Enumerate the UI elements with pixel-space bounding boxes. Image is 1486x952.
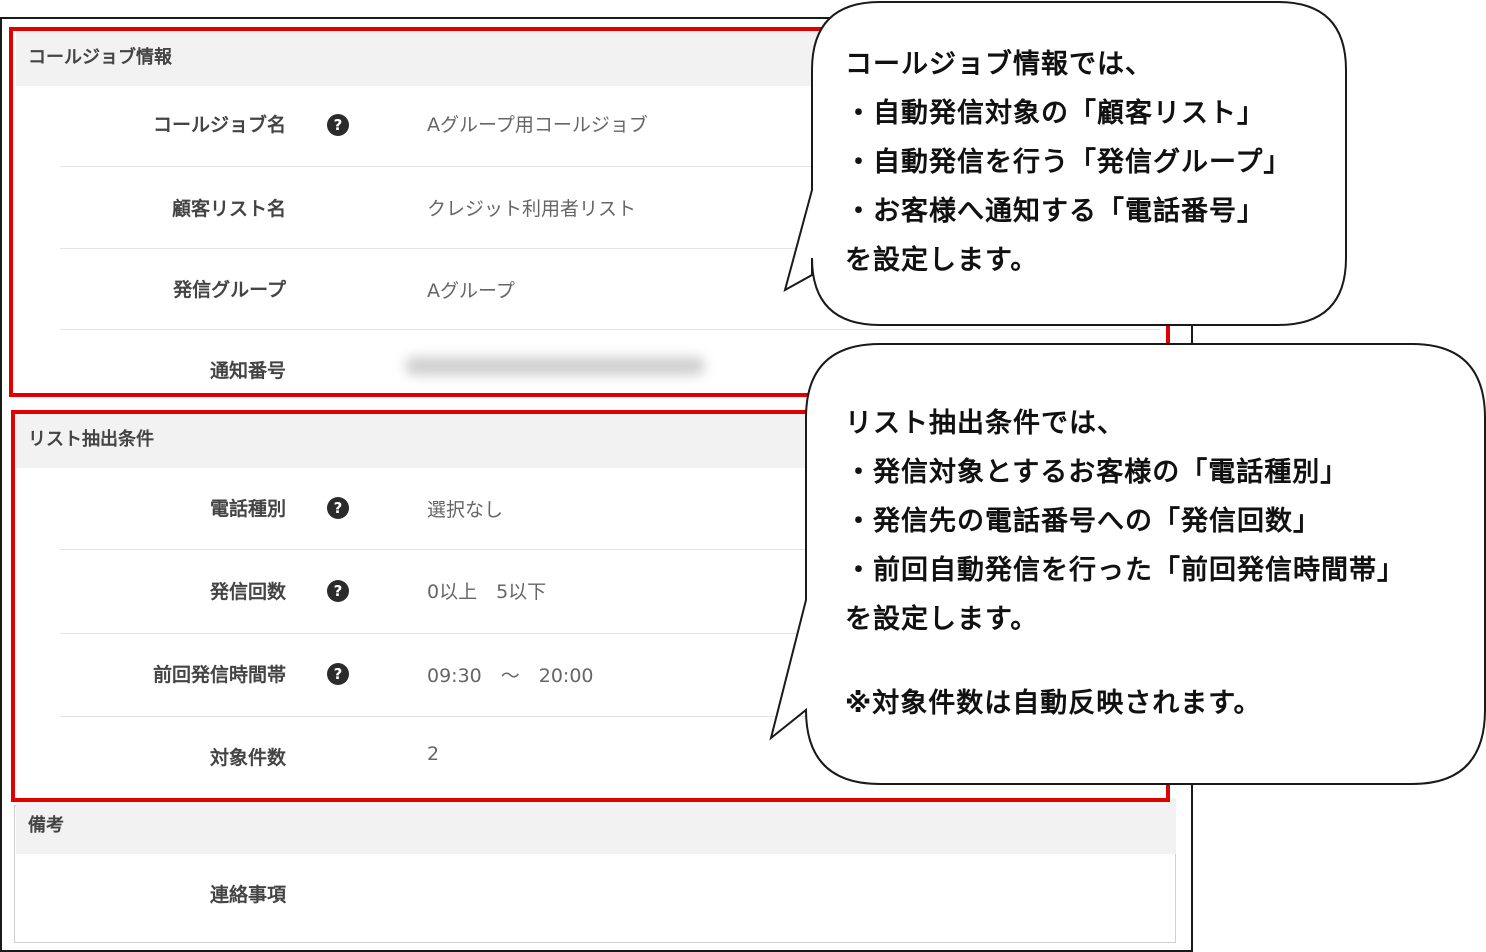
callout-line: ・発信先の電話番号への「発信回数」	[845, 506, 1321, 537]
callout-line: ・前回自動発信を行った「前回発信時間帯」	[845, 555, 1405, 586]
callout-line: を設定します。	[845, 604, 1039, 635]
callout-line: リスト抽出条件では、	[845, 408, 1125, 439]
callout-text-list-conditions: リスト抽出条件では、 ・発信対象とするお客様の「電話種別」 ・発信先の電話番号へ…	[845, 399, 1405, 728]
callout-line: ・自動発信を行う「発信グループ」	[845, 147, 1292, 178]
callout-line: ・お客様へ通知する「電話番号」	[845, 196, 1265, 227]
callout-line	[845, 644, 1405, 679]
callout-line: ・自動発信対象の「顧客リスト」	[845, 98, 1265, 129]
callout-text-call-job-info: コールジョブ情報では、 ・自動発信対象の「顧客リスト」 ・自動発信を行う「発信グ…	[845, 40, 1291, 285]
callout-line: ・発信対象とするお客様の「電話種別」	[845, 457, 1349, 488]
callout-line: ※対象件数は自動反映されます。	[845, 688, 1262, 719]
callout-line: コールジョブ情報では、	[845, 49, 1153, 80]
callout-line: を設定します。	[845, 245, 1039, 276]
